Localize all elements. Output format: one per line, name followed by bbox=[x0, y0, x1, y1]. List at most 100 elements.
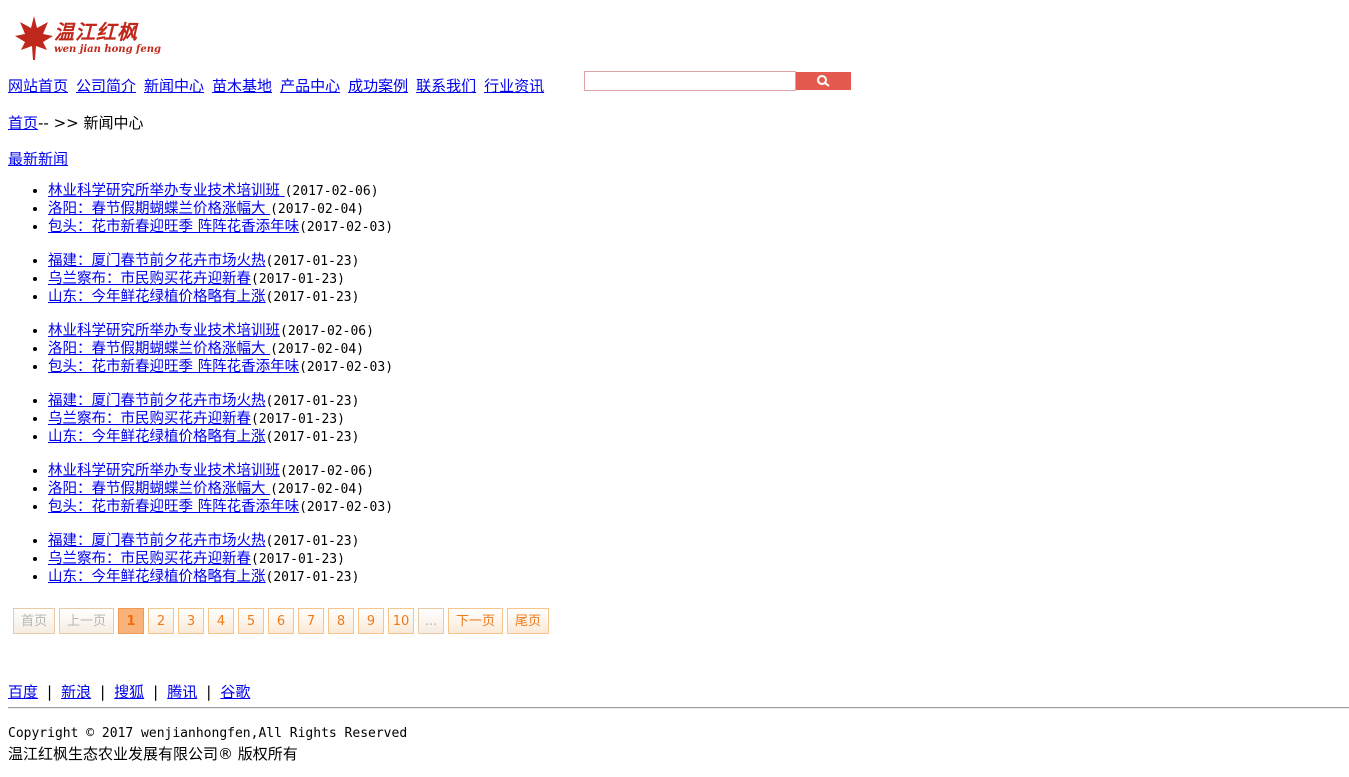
news-link[interactable]: 林业科学研究所举办专业技术培训班 bbox=[48, 323, 280, 339]
pager-page-8[interactable]: 8 bbox=[328, 608, 355, 634]
logo-text-en: wen jian hong feng bbox=[54, 44, 161, 55]
news-date: (2017-01-23) bbox=[265, 570, 360, 585]
news-link[interactable]: 林业科学研究所举办专业技术培训班 bbox=[48, 183, 285, 199]
nav-item-nursery[interactable]: 苗木基地 bbox=[212, 75, 272, 96]
footer-separator: | bbox=[206, 683, 212, 701]
breadcrumb-current: 新闻中心 bbox=[83, 114, 144, 132]
pager-page-3[interactable]: 3 bbox=[178, 608, 205, 634]
news-date: (2017-01-23) bbox=[251, 552, 345, 567]
footer-link-sina[interactable]: 新浪 bbox=[61, 683, 91, 701]
news-date: (2017-02-06) bbox=[284, 184, 379, 199]
pager-page-9[interactable]: 9 bbox=[358, 608, 385, 634]
news-link[interactable]: 山东：今年鲜花绿植价格略有上涨 bbox=[48, 569, 266, 585]
pager-page-5[interactable]: 5 bbox=[238, 608, 265, 634]
footer-link-tencent[interactable]: 腾讯 bbox=[167, 683, 197, 701]
news-link[interactable]: 山东：今年鲜花绿植价格略有上涨 bbox=[48, 289, 266, 305]
news-group: 林业科学研究所举办专业技术培训班 (2017-02-06) 洛阳：春节假期蝴蝶兰… bbox=[0, 182, 700, 236]
news-link[interactable]: 乌兰察布：市民购买花卉迎新春 bbox=[48, 551, 251, 567]
pager-page-current[interactable]: 1 bbox=[118, 608, 145, 634]
search-button[interactable] bbox=[796, 72, 851, 90]
news-link[interactable]: 福建：厦门春节前夕花卉市场火热 bbox=[48, 393, 266, 409]
news-date: (2017-01-23) bbox=[265, 394, 360, 409]
copyright-text: Copyright © 2017 wenjianhongfen,All Righ… bbox=[8, 726, 408, 741]
site-logo[interactable]: 温江红枫 wen jian hong feng bbox=[14, 12, 161, 64]
footer-divider bbox=[8, 707, 1349, 709]
search-input[interactable] bbox=[584, 71, 796, 91]
news-group: 福建：厦门春节前夕花卉市场火热(2017-01-23) 乌兰察布：市民购买花卉迎… bbox=[0, 532, 700, 586]
list-item: 福建：厦门春节前夕花卉市场火热(2017-01-23) bbox=[48, 392, 700, 410]
news-date: (2017-01-23) bbox=[265, 290, 360, 305]
news-link[interactable]: 乌兰察布：市民购买花卉迎新春 bbox=[48, 271, 251, 287]
list-item: 林业科学研究所举办专业技术培训班(2017-02-06) bbox=[48, 322, 700, 340]
news-link[interactable]: 林业科学研究所举办专业技术培训班 bbox=[48, 463, 280, 479]
news-link[interactable]: 洛阳：春节假期蝴蝶兰价格涨幅大 bbox=[48, 341, 270, 357]
news-group: 福建：厦门春节前夕花卉市场火热(2017-01-23) 乌兰察布：市民购买花卉迎… bbox=[0, 392, 700, 446]
list-item: 乌兰察布：市民购买花卉迎新春(2017-01-23) bbox=[48, 550, 700, 568]
news-link[interactable]: 洛阳：春节假期蝴蝶兰价格涨幅大 bbox=[48, 201, 270, 217]
list-item: 洛阳：春节假期蝴蝶兰价格涨幅大 (2017-02-04) bbox=[48, 340, 700, 358]
nav-item-home[interactable]: 网站首页 bbox=[8, 75, 68, 96]
pager-page-2[interactable]: 2 bbox=[148, 608, 175, 634]
company-text: 温江红枫生态农业发展有限公司® 版权所有 bbox=[8, 745, 298, 763]
logo-text-cn: 温江红枫 bbox=[54, 20, 138, 44]
news-date: (2017-01-23) bbox=[265, 534, 360, 549]
list-item: 山东：今年鲜花绿植价格略有上涨(2017-01-23) bbox=[48, 428, 700, 446]
nav-item-about[interactable]: 公司简介 bbox=[76, 75, 136, 96]
news-date: (2017-01-23) bbox=[251, 272, 345, 287]
news-date: (2017-01-23) bbox=[265, 430, 360, 445]
footer-separator: | bbox=[100, 683, 106, 701]
news-link[interactable]: 包头：花市新春迎旺季 阵阵花香添年味 bbox=[48, 499, 299, 515]
news-date: (2017-02-06) bbox=[280, 324, 374, 339]
news-date: (2017-02-03) bbox=[299, 360, 394, 375]
list-item: 包头：花市新春迎旺季 阵阵花香添年味(2017-02-03) bbox=[48, 358, 700, 376]
pager-page-6[interactable]: 6 bbox=[268, 608, 295, 634]
pager-page-4[interactable]: 4 bbox=[208, 608, 235, 634]
pager-first-button[interactable]: 首页 bbox=[13, 608, 56, 634]
pager-last-button[interactable]: 尾页 bbox=[507, 608, 550, 634]
pager-page-10[interactable]: 10 bbox=[388, 608, 415, 634]
list-item: 林业科学研究所举办专业技术培训班 (2017-02-06) bbox=[48, 182, 700, 200]
news-group: 福建：厦门春节前夕花卉市场火热(2017-01-23) 乌兰察布：市民购买花卉迎… bbox=[0, 252, 700, 306]
list-item: 福建：厦门春节前夕花卉市场火热(2017-01-23) bbox=[48, 252, 700, 270]
search-icon bbox=[816, 75, 830, 87]
news-date: (2017-02-04) bbox=[270, 342, 365, 357]
news-link[interactable]: 包头：花市新春迎旺季 阵阵花香添年味 bbox=[48, 219, 299, 235]
breadcrumb: 首页-- >> 新闻中心 bbox=[8, 112, 144, 133]
breadcrumb-home-link[interactable]: 首页 bbox=[8, 114, 38, 132]
pager-prev-button[interactable]: 上一页 bbox=[59, 608, 115, 634]
pager-next-button[interactable]: 下一页 bbox=[448, 608, 504, 634]
news-link[interactable]: 山东：今年鲜花绿植价格略有上涨 bbox=[48, 429, 266, 445]
list-item: 林业科学研究所举办专业技术培训班(2017-02-06) bbox=[48, 462, 700, 480]
list-item: 乌兰察布：市民购买花卉迎新春(2017-01-23) bbox=[48, 270, 700, 288]
nav-item-industry[interactable]: 行业资讯 bbox=[484, 75, 544, 96]
pager-ellipsis: ... bbox=[418, 608, 445, 634]
list-item: 山东：今年鲜花绿植价格略有上涨(2017-01-23) bbox=[48, 288, 700, 306]
list-item: 包头：花市新春迎旺季 阵阵花香添年味(2017-02-03) bbox=[48, 498, 700, 516]
news-date: (2017-02-06) bbox=[280, 464, 374, 479]
nav-item-contact[interactable]: 联系我们 bbox=[416, 75, 476, 96]
latest-news-link[interactable]: 最新新闻 bbox=[8, 150, 68, 168]
news-link[interactable]: 包头：花市新春迎旺季 阵阵花香添年味 bbox=[48, 359, 299, 375]
news-group: 林业科学研究所举办专业技术培训班(2017-02-06) 洛阳：春节假期蝴蝶兰价… bbox=[0, 322, 700, 376]
news-link[interactable]: 洛阳：春节假期蝴蝶兰价格涨幅大 bbox=[48, 481, 270, 497]
news-list: 林业科学研究所举办专业技术培训班 (2017-02-06) 洛阳：春节假期蝴蝶兰… bbox=[0, 182, 700, 602]
list-item: 洛阳：春节假期蝴蝶兰价格涨幅大 (2017-02-04) bbox=[48, 200, 700, 218]
news-group: 林业科学研究所举办专业技术培训班(2017-02-06) 洛阳：春节假期蝴蝶兰价… bbox=[0, 462, 700, 516]
news-date: (2017-02-04) bbox=[270, 482, 365, 497]
footer-link-baidu[interactable]: 百度 bbox=[8, 683, 38, 701]
news-date: (2017-02-04) bbox=[270, 202, 365, 217]
news-date: (2017-02-03) bbox=[299, 220, 394, 235]
nav-item-cases[interactable]: 成功案例 bbox=[348, 75, 408, 96]
pagination: 首页 上一页 1 2 3 4 5 6 7 8 9 10 ... 下一页 尾页 bbox=[13, 608, 553, 634]
footer-link-sohu[interactable]: 搜狐 bbox=[114, 683, 144, 701]
list-item: 乌兰察布：市民购买花卉迎新春(2017-01-23) bbox=[48, 410, 700, 428]
footer-link-google[interactable]: 谷歌 bbox=[220, 683, 250, 701]
nav-item-news[interactable]: 新闻中心 bbox=[144, 75, 204, 96]
nav-item-products[interactable]: 产品中心 bbox=[280, 75, 340, 96]
news-link[interactable]: 福建：厦门春节前夕花卉市场火热 bbox=[48, 253, 266, 269]
news-link[interactable]: 福建：厦门春节前夕花卉市场火热 bbox=[48, 533, 266, 549]
news-date: (2017-01-23) bbox=[251, 412, 345, 427]
breadcrumb-separator: -- >> bbox=[38, 114, 84, 132]
pager-page-7[interactable]: 7 bbox=[298, 608, 325, 634]
news-link[interactable]: 乌兰察布：市民购买花卉迎新春 bbox=[48, 411, 251, 427]
